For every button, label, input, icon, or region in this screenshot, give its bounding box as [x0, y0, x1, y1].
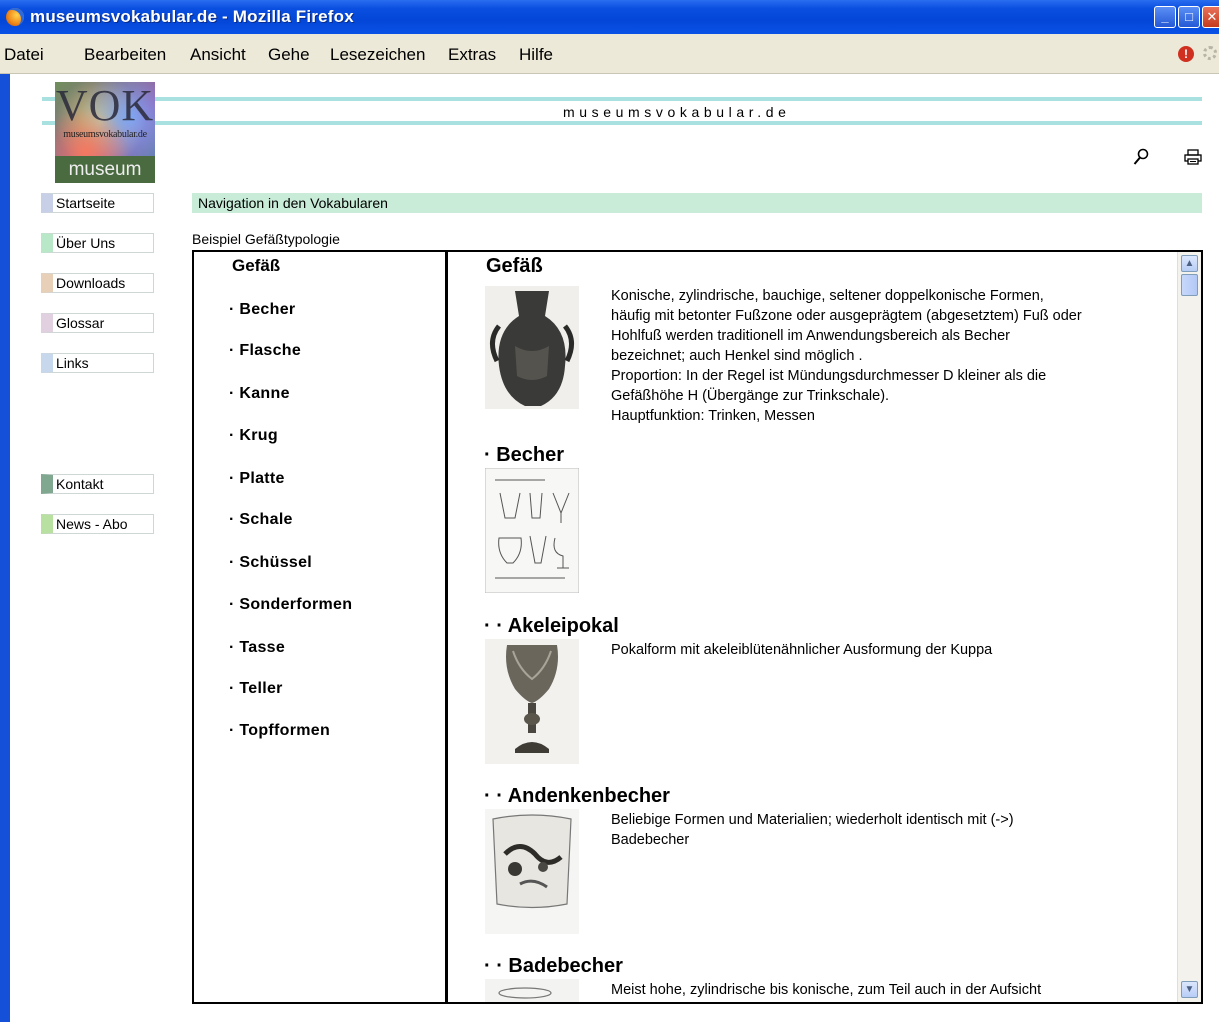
- image-akeleipokal[interactable]: [485, 639, 579, 764]
- tree-item-krug[interactable]: · Krug: [229, 427, 278, 445]
- tree-item-platte[interactable]: · Platte: [229, 470, 285, 488]
- desc-gefaess-line: Proportion: In der Regel ist Mündungsdur…: [611, 368, 1047, 384]
- logo-text-url: museumsvokabular.de: [63, 129, 147, 140]
- menu-datei[interactable]: Datei: [4, 45, 44, 65]
- image-gefaess[interactable]: [485, 286, 579, 409]
- tree-item-teller[interactable]: · Teller: [229, 680, 283, 698]
- tree-item-schale[interactable]: · Schale: [229, 511, 293, 529]
- desc-badebecher-line: Meist hohe, zylindrische bis konische, z…: [611, 982, 1042, 998]
- desc-gefaess-line: Hohlfuß werden traditionell im Anwendung…: [611, 328, 1010, 344]
- content-scrollbar[interactable]: ▲ ▼: [1177, 252, 1201, 1002]
- menu-hilfe[interactable]: Hilfe: [519, 45, 553, 65]
- minimize-button[interactable]: _: [1154, 6, 1176, 28]
- heading-becher: · Becher: [484, 444, 565, 466]
- nav-startseite[interactable]: Startseite: [41, 193, 154, 213]
- nav-kontakt[interactable]: Kontakt: [41, 474, 154, 494]
- menu-ansicht[interactable]: Ansicht: [190, 45, 246, 65]
- tree-item-sonderformen[interactable]: · Sonderformen: [229, 596, 352, 614]
- tree-item-tasse[interactable]: · Tasse: [229, 639, 285, 657]
- nav-ueber-uns[interactable]: Über Uns: [41, 233, 154, 253]
- logo-text-vok: VOK: [55, 82, 155, 130]
- window-left-border: [0, 74, 10, 1022]
- nav-links[interactable]: Links: [41, 353, 154, 373]
- tree-item-becher[interactable]: · Becher: [229, 301, 295, 319]
- tree-item-flasche[interactable]: · Flasche: [229, 342, 301, 360]
- close-button[interactable]: ✕: [1202, 6, 1219, 28]
- stop-icon[interactable]: !: [1178, 46, 1194, 62]
- tree-root-gefaess[interactable]: Gefäß: [232, 256, 280, 276]
- desc-andenkenbecher: Beliebige Formen und Materialien; wieder…: [611, 810, 1151, 850]
- tree-item-schuessel[interactable]: · Schüssel: [229, 554, 312, 572]
- title-bar: museumsvokabular.de - Mozilla Firefox _ …: [0, 0, 1219, 34]
- section-bar: Navigation in den Vokabularen: [192, 193, 1202, 213]
- desc-gefaess-line: häufig mit betonter Fußzone oder ausgepr…: [611, 308, 1082, 324]
- desc-andenkenbecher-line: Badebecher: [611, 832, 690, 848]
- logo-text-museum: museum: [55, 156, 155, 183]
- header-rule-bottom: [42, 121, 1202, 125]
- throbber-icon: [1203, 46, 1217, 60]
- heading-akeleipokal: · · Akeleipokal: [484, 615, 619, 637]
- menu-bar: Datei Bearbeiten Ansicht Gehe Lesezeiche…: [0, 34, 1219, 74]
- printer-icon[interactable]: [1184, 149, 1202, 165]
- desc-akeleipokal: Pokalform mit akeleiblütenähnlicher Ausf…: [611, 640, 1151, 660]
- heading-andenkenbecher: · · Andenkenbecher: [484, 785, 670, 807]
- desc-gefaess-line: bezeichnet; auch Henkel sind möglich .: [611, 348, 863, 364]
- desc-badebecher: Meist hohe, zylindrische bis konische, z…: [611, 980, 1151, 1000]
- heading-badebecher: · · Badebecher: [484, 955, 623, 977]
- site-logo[interactable]: VOK museumsvokabular.de museum: [55, 82, 155, 183]
- window-title: museumsvokabular.de - Mozilla Firefox: [30, 7, 354, 26]
- maximize-button[interactable]: □: [1178, 6, 1200, 28]
- example-label: Beispiel Gefäßtypologie: [192, 231, 340, 247]
- menu-bearbeiten[interactable]: Bearbeiten: [84, 45, 166, 65]
- site-title: museumsvokabular.de: [563, 104, 791, 120]
- menu-lesezeichen[interactable]: Lesezeichen: [330, 45, 425, 65]
- desc-akeleipokal-line: Pokalform mit akeleiblütenähnlicher Ausf…: [611, 642, 993, 658]
- scroll-up-button[interactable]: ▲: [1181, 255, 1198, 272]
- content-frame: Gefäß Konische, zylindrische, bauchige, …: [448, 252, 1176, 1002]
- scroll-down-button[interactable]: ▼: [1181, 981, 1198, 998]
- image-becher[interactable]: [485, 468, 579, 593]
- heading-gefaess: Gefäß: [486, 255, 543, 277]
- image-badebecher[interactable]: [485, 979, 579, 1002]
- image-andenkenbecher[interactable]: [485, 809, 579, 934]
- nav-downloads[interactable]: Downloads: [41, 273, 154, 293]
- desc-andenkenbecher-line: Beliebige Formen und Materialien; wieder…: [611, 812, 1014, 828]
- desc-gefaess: Konische, zylindrische, bauchige, selten…: [611, 286, 1151, 426]
- nav-news-abo[interactable]: News - Abo: [41, 514, 154, 534]
- search-icon[interactable]: [1133, 148, 1149, 166]
- desc-gefaess-line: Konische, zylindrische, bauchige, selten…: [611, 288, 1044, 304]
- firefox-icon: [6, 8, 24, 26]
- tree-item-topfformen[interactable]: · Topfformen: [229, 722, 330, 740]
- tree-item-kanne[interactable]: · Kanne: [229, 385, 290, 403]
- desc-gefaess-line: Gefäßhöhe H (Übergänge zur Trinkschale).: [611, 388, 890, 404]
- desc-gefaess-line: Hauptfunktion: Trinken, Messen: [611, 408, 815, 424]
- scroll-thumb[interactable]: [1181, 274, 1198, 296]
- nav-glossar[interactable]: Glossar: [41, 313, 154, 333]
- menu-gehe[interactable]: Gehe: [268, 45, 310, 65]
- menu-extras[interactable]: Extras: [448, 45, 496, 65]
- header-rule-top: [42, 97, 1202, 101]
